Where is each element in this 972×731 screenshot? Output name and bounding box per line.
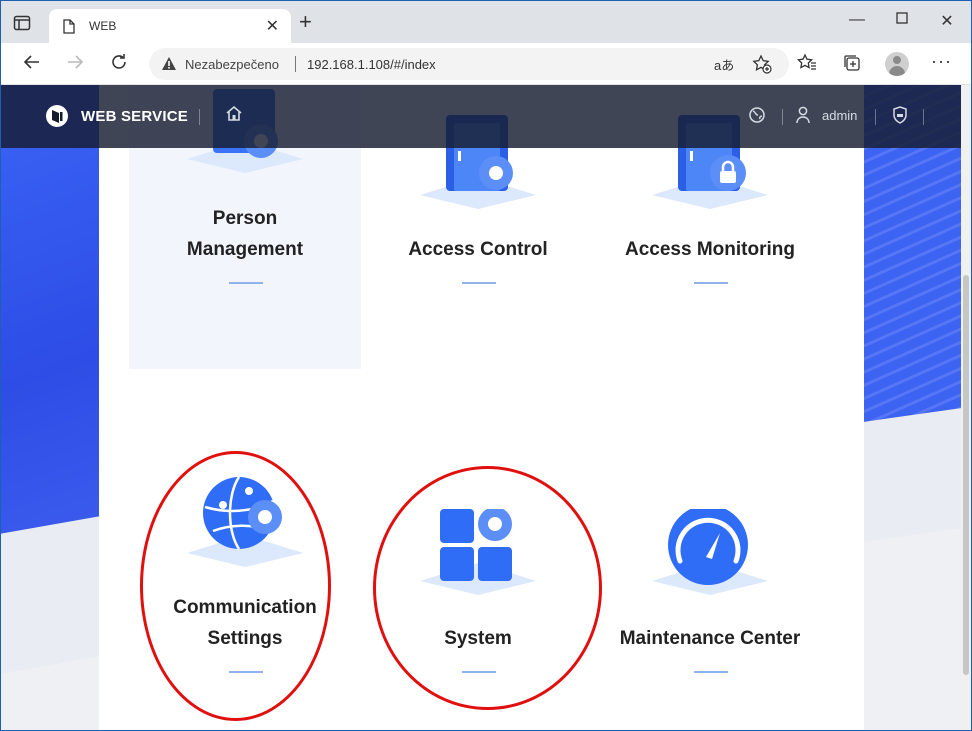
globe-gear-icon [183,473,307,569]
tab-title: WEB [89,19,117,33]
gauge-icon [648,505,772,605]
tile-underline [462,282,496,284]
tile-label: Maintenance Center [619,628,801,649]
refresh-icon[interactable] [108,53,130,75]
main-menu-panel: Person Management Access Control Access … [99,85,864,730]
more-menu-icon[interactable]: ··· [931,51,952,72]
page-scrollbar[interactable] [961,85,971,730]
address-divider [295,56,296,72]
tab-strip: WEB ✕ + — ✕ [1,1,971,43]
tile-label-line2: Settings [207,628,283,649]
tab-actions-icon[interactable] [13,15,31,31]
window-close-icon[interactable]: ✕ [937,11,957,31]
browser-tab[interactable]: WEB ✕ [49,9,291,43]
tile-underline [229,671,263,673]
header-divider [782,109,783,125]
app-title: WEB SERVICE [81,108,188,125]
header-divider [199,109,200,125]
tile-underline [462,671,496,673]
tile-label: Access Monitoring [625,239,795,260]
add-favorite-icon[interactable] [752,54,772,79]
page-icon [63,19,75,39]
logo-icon [45,104,69,128]
minimize-icon[interactable]: — [847,11,867,29]
tile-communication-settings[interactable]: Communication Settings [129,461,361,730]
tile-maintenance-center[interactable]: Maintenance Center [594,461,826,730]
user-icon[interactable] [795,106,811,129]
tile-system[interactable]: System [362,461,594,730]
browser-window: WEB ✕ + — ✕ Nezabezpečeno 192.168.1.108/… [0,0,972,731]
profile-avatar[interactable] [885,52,909,76]
grid-gear-icon [416,507,540,605]
collections-icon[interactable] [842,53,864,75]
maximize-icon[interactable] [892,11,912,29]
tab-close-icon[interactable]: ✕ [266,16,279,36]
read-aloud-icon[interactable]: aあ [714,55,734,74]
tile-label-line2: Management [186,239,304,260]
background-decoration-left [1,85,99,605]
header-divider [875,109,876,125]
browser-toolbar: Nezabezpečeno 192.168.1.108/#/index aあ ·… [1,43,971,85]
new-tab-icon[interactable]: + [299,11,312,33]
app-header: WEB SERVICE admin [1,85,961,148]
page-viewport: Person Management Access Control Access … [1,85,961,730]
back-icon[interactable] [21,53,43,75]
tile-label: System [444,628,512,649]
header-divider [923,109,924,125]
forward-icon[interactable] [64,53,86,75]
tile-underline [694,671,728,673]
home-icon[interactable] [225,105,243,128]
tile-underline [694,282,728,284]
language-icon[interactable] [748,106,766,129]
url-text[interactable]: 192.168.1.108/#/index [307,57,436,72]
security-label[interactable]: Nezabezpečeno [185,57,279,72]
tile-label-line1: Person [212,208,278,229]
tile-label-line1: Communication [173,597,317,618]
address-bar[interactable]: Nezabezpečeno 192.168.1.108/#/index aあ [149,48,789,80]
tile-label: Access Control [408,239,548,260]
shield-icon[interactable] [892,106,908,129]
favorites-icon[interactable] [796,53,819,75]
tile-underline [229,282,263,284]
warning-icon[interactable] [161,56,177,76]
username[interactable]: admin [822,108,857,123]
